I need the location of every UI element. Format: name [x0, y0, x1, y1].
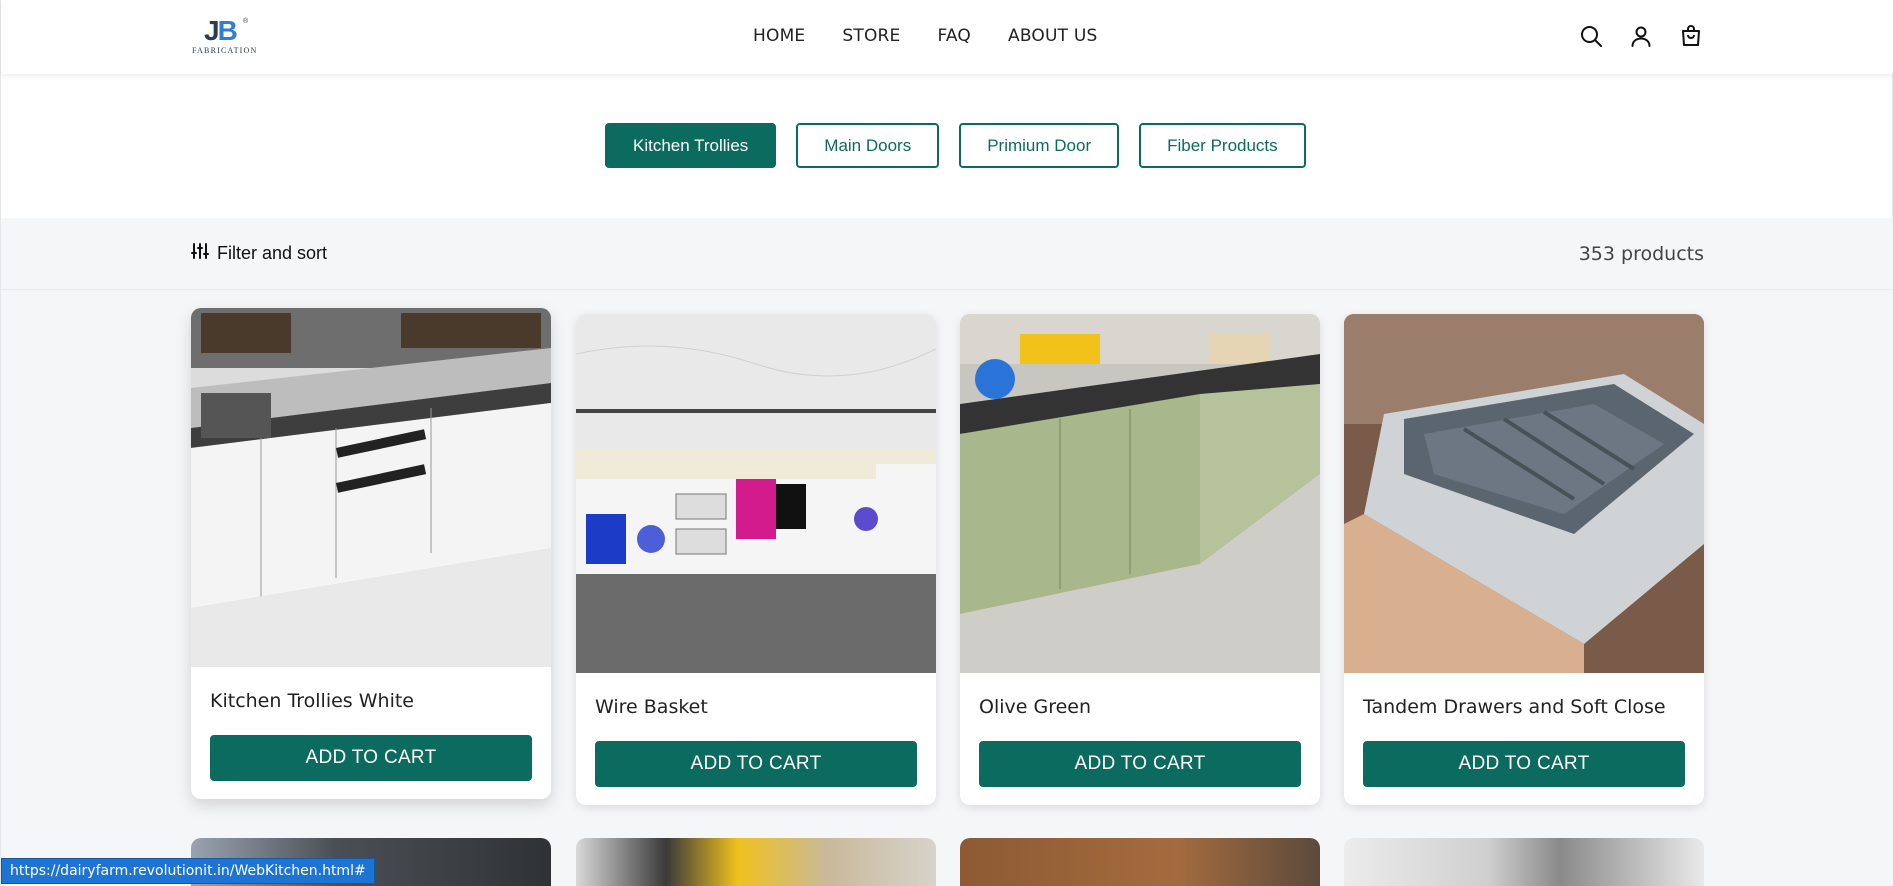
- product-name[interactable]: Kitchen Trollies White: [191, 667, 551, 735]
- site-header: JB ® FABRICATION HOME STORE FAQ ABOUT US: [1, 0, 1893, 74]
- product-card-peek[interactable]: [1344, 838, 1704, 886]
- category-main-doors[interactable]: Main Doors: [796, 123, 940, 168]
- product-card[interactable]: Wire Basket ADD TO CART: [576, 314, 936, 805]
- page-frame: JB ® FABRICATION HOME STORE FAQ ABOUT US…: [0, 0, 1893, 886]
- nav-home[interactable]: HOME: [753, 26, 805, 46]
- product-card-peek[interactable]: [960, 838, 1320, 886]
- product-card[interactable]: Tandem Drawers and Soft Close ADD TO CAR…: [1344, 314, 1704, 805]
- product-image-olive-green[interactable]: [960, 314, 1320, 673]
- filter-bar: Filter and sort 353 products: [1, 218, 1893, 290]
- logo-subtitle: FABRICATION: [192, 46, 258, 55]
- nav-about-us[interactable]: ABOUT US: [1008, 26, 1097, 46]
- brand-logo[interactable]: JB ® FABRICATION: [192, 16, 264, 56]
- add-to-cart-button[interactable]: ADD TO CART: [595, 741, 917, 787]
- product-image-kitchen-trollies-white[interactable]: [191, 308, 551, 667]
- search-icon[interactable]: [1579, 24, 1603, 48]
- product-name[interactable]: Wire Basket: [576, 673, 936, 741]
- status-bar-url: https://dairyfarm.revolutionit.in/WebKit…: [1, 858, 375, 884]
- category-tabs: Kitchen Trollies Main Doors Primium Door…: [605, 123, 1306, 168]
- product-card[interactable]: Kitchen Trollies White ADD TO CART: [191, 308, 551, 799]
- add-to-cart-button[interactable]: ADD TO CART: [1363, 741, 1685, 787]
- logo-mark: JB: [204, 15, 238, 46]
- product-name[interactable]: Tandem Drawers and Soft Close: [1344, 673, 1704, 741]
- category-fiber-products[interactable]: Fiber Products: [1139, 123, 1306, 168]
- nav-faq[interactable]: FAQ: [937, 26, 971, 46]
- category-primium-door[interactable]: Primium Door: [959, 123, 1120, 168]
- header-icons: [1579, 24, 1703, 48]
- product-card[interactable]: Olive Green ADD TO CART: [960, 314, 1320, 805]
- filter-sort-button[interactable]: Filter and sort: [191, 242, 327, 265]
- sliders-icon: [191, 242, 209, 265]
- filter-label: Filter and sort: [217, 243, 328, 263]
- add-to-cart-button[interactable]: ADD TO CART: [210, 735, 532, 781]
- logo-registered: ®: [243, 18, 249, 25]
- product-name[interactable]: Olive Green: [960, 673, 1320, 741]
- main-nav: HOME STORE FAQ ABOUT US: [753, 26, 1134, 46]
- nav-store[interactable]: STORE: [842, 26, 900, 46]
- product-card-peek[interactable]: [576, 838, 936, 886]
- add-to-cart-button[interactable]: ADD TO CART: [979, 741, 1301, 787]
- category-kitchen-trollies[interactable]: Kitchen Trollies: [605, 123, 777, 168]
- cart-icon[interactable]: [1679, 24, 1703, 48]
- product-image-tandem-drawers[interactable]: [1344, 314, 1704, 673]
- product-count: 353 products: [1578, 243, 1704, 265]
- account-icon[interactable]: [1629, 24, 1653, 48]
- product-image-wire-basket[interactable]: [576, 314, 936, 673]
